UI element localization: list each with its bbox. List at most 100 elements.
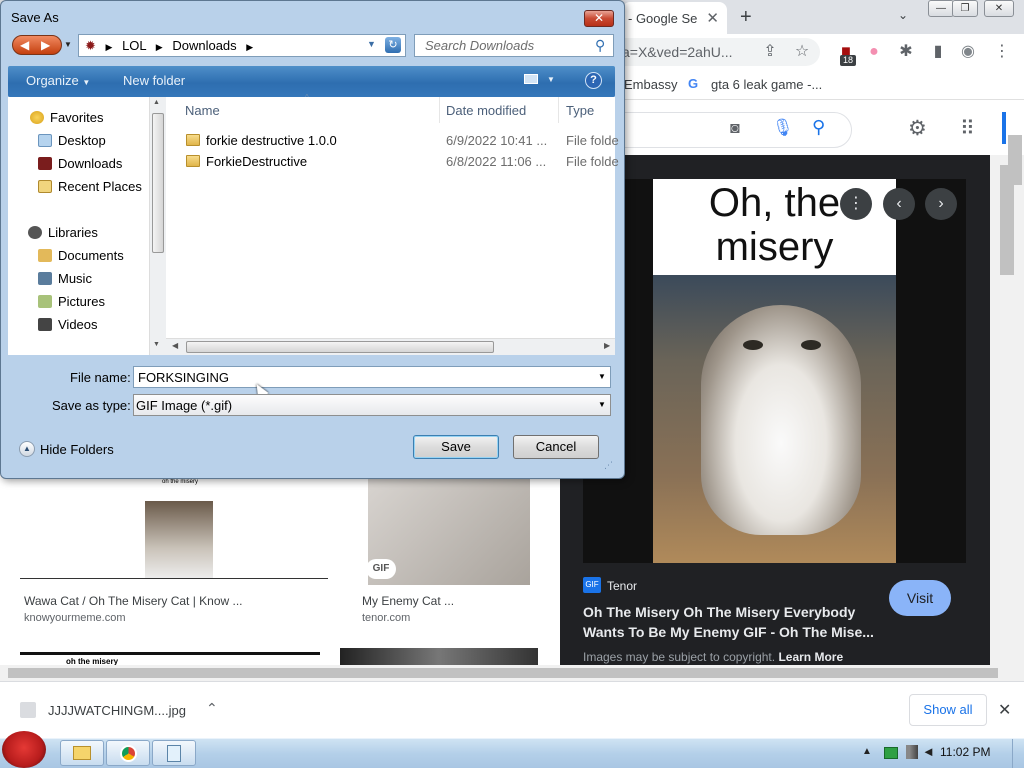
result-thumb-2[interactable]: GIF: [368, 479, 530, 585]
page-scroll-thumb[interactable]: [1008, 135, 1022, 185]
result-thumb-4[interactable]: [340, 648, 538, 665]
nav-favorites[interactable]: Favorites: [30, 110, 103, 125]
nav-downloads[interactable]: Downloads: [38, 156, 122, 171]
result-title-2[interactable]: My Enemy Cat ...: [362, 594, 454, 608]
scroll-down-icon[interactable]: ▼: [153, 341, 160, 348]
puzzle-icon[interactable]: ✱: [896, 42, 916, 62]
search-icon[interactable]: ⚲: [812, 117, 825, 138]
column-divider[interactable]: [558, 97, 559, 123]
result-title-1[interactable]: Wawa Cat / Oh The Misery Cat | Know ...: [24, 594, 243, 608]
column-divider[interactable]: [439, 97, 440, 123]
scroll-left-icon[interactable]: ◀: [172, 341, 178, 350]
visit-button[interactable]: Visit: [889, 580, 951, 616]
source-name[interactable]: Tenor: [607, 579, 637, 593]
nav-scrollbar[interactable]: ▲ ▼: [149, 97, 166, 355]
tab-search-icon[interactable]: ⌄: [898, 8, 908, 22]
avatar-icon[interactable]: ◉: [958, 42, 978, 62]
horizontal-scrollbar[interactable]: [0, 665, 1024, 681]
scroll-up-icon[interactable]: ▲: [153, 99, 160, 106]
preview-title[interactable]: Oh The Misery Oh The Misery Everybody Wa…: [583, 602, 883, 642]
menu-icon[interactable]: ⋮: [992, 42, 1012, 62]
column-name[interactable]: Name: [185, 103, 220, 118]
next-arrow-icon[interactable]: ›: [925, 188, 957, 220]
new-folder-button[interactable]: New folder: [123, 73, 185, 88]
start-orb-icon[interactable]: [2, 731, 46, 768]
taskbar-explorer[interactable]: [60, 740, 104, 766]
network-icon[interactable]: [906, 745, 918, 759]
show-all-button[interactable]: Show all: [909, 694, 987, 726]
gear-icon[interactable]: ⚙: [908, 116, 927, 141]
recent-pages-icon[interactable]: ▼: [64, 40, 72, 49]
battery-icon[interactable]: [884, 747, 898, 759]
prev-arrow-icon[interactable]: ‹: [883, 188, 915, 220]
file-row[interactable]: ForkieDestructive: [186, 154, 307, 169]
preview-image[interactable]: Oh, the misery: [653, 179, 896, 563]
file-scroll-thumb[interactable]: [186, 341, 494, 353]
tab-close-icon[interactable]: ✕: [706, 9, 719, 27]
column-type[interactable]: Type: [566, 103, 594, 118]
learn-more-link[interactable]: Learn More: [778, 650, 843, 664]
address-dropdown-icon[interactable]: ▼: [367, 39, 376, 49]
clock[interactable]: 11:02 PM: [940, 745, 990, 759]
crumb-lol[interactable]: LOL: [122, 38, 146, 53]
scroll-right-icon[interactable]: ▶: [604, 341, 610, 350]
bookmark-star-icon[interactable]: ☆: [792, 42, 812, 62]
address-breadcrumb[interactable]: ✹ ▶ LOL ▶ Downloads ▶ ▼ ↻: [78, 34, 406, 57]
nav-pictures[interactable]: Pictures: [38, 294, 105, 309]
save-type-select[interactable]: GIF Image (*.gif) ▼: [133, 394, 611, 416]
h-scroll-thumb[interactable]: [8, 668, 998, 678]
nav-scroll-thumb[interactable]: [152, 113, 164, 253]
camera-icon[interactable]: ◙: [730, 120, 740, 138]
column-date[interactable]: Date modified: [446, 103, 526, 118]
browser-tab[interactable]: - Google Se ✕: [622, 2, 727, 34]
more-options-icon[interactable]: ⋮: [840, 188, 872, 220]
download-filename[interactable]: JJJJWATCHINGM....jpg: [48, 703, 186, 718]
bookmark-embassy[interactable]: Embassy: [624, 77, 677, 92]
hide-folders-label[interactable]: Hide Folders: [40, 442, 114, 457]
file-hscrollbar[interactable]: ◀ ▶: [166, 338, 615, 355]
crumb-downloads[interactable]: Downloads: [172, 38, 236, 53]
vertical-scrollbar[interactable]: [990, 155, 1024, 665]
side-panel-icon[interactable]: ▮: [928, 42, 948, 62]
hide-folders-icon[interactable]: ▲: [19, 441, 35, 457]
new-tab-icon[interactable]: +: [740, 6, 752, 29]
refresh-icon[interactable]: ↻: [385, 37, 401, 53]
file-name-dropdown-icon[interactable]: ▼: [598, 372, 606, 381]
view-icon[interactable]: [524, 74, 538, 84]
resize-grip-icon[interactable]: ⋰: [604, 460, 613, 471]
taskbar-chrome[interactable]: [106, 740, 150, 766]
share-icon[interactable]: ⇪: [760, 42, 780, 62]
bookmark-gta[interactable]: gta 6 leak game -...: [711, 77, 822, 92]
save-type-dropdown-icon[interactable]: ▼: [598, 400, 606, 409]
save-button[interactable]: Save: [413, 435, 499, 459]
nav-libraries[interactable]: Libraries: [28, 225, 98, 240]
result-thumb-1[interactable]: oh the misery: [20, 479, 338, 585]
organize-button[interactable]: Organize ▼: [26, 73, 90, 88]
tray-up-icon[interactable]: ▲: [862, 746, 872, 757]
dialog-close-button[interactable]: ✕: [584, 10, 614, 27]
nav-recent-places[interactable]: Recent Places: [38, 179, 142, 194]
result-thumb-3[interactable]: oh the misery: [20, 652, 320, 666]
cancel-button[interactable]: Cancel: [513, 435, 599, 459]
volume-icon[interactable]: ◄: [922, 744, 935, 759]
minimize-icon[interactable]: —: [928, 0, 954, 17]
back-arrow-icon[interactable]: ◀: [20, 38, 29, 52]
help-icon[interactable]: ?: [585, 72, 602, 89]
nav-desktop[interactable]: Desktop: [38, 133, 106, 148]
file-name-input[interactable]: FORKSINGING ▼: [133, 366, 611, 388]
profile-ext-icon[interactable]: ●: [864, 42, 884, 62]
restore-icon[interactable]: ❐: [952, 0, 978, 17]
search-icon[interactable]: ⚲: [595, 37, 605, 54]
taskbar-notepad[interactable]: [152, 740, 196, 766]
show-desktop[interactable]: [1012, 739, 1024, 768]
chevron-up-icon[interactable]: ⌃: [206, 700, 218, 717]
mic-icon[interactable]: 🎙: [772, 118, 794, 138]
nav-documents[interactable]: Documents: [38, 248, 124, 263]
forward-arrow-icon[interactable]: ▶: [41, 38, 50, 52]
view-chevron-icon[interactable]: ▼: [547, 75, 555, 84]
back-forward-buttons[interactable]: ◀ ▶: [12, 35, 62, 55]
close-window-icon[interactable]: ✕: [984, 0, 1014, 17]
nav-music[interactable]: Music: [38, 271, 92, 286]
close-downloads-icon[interactable]: ✕: [998, 700, 1011, 720]
search-downloads-input[interactable]: Search Downloads ⚲: [414, 34, 614, 57]
